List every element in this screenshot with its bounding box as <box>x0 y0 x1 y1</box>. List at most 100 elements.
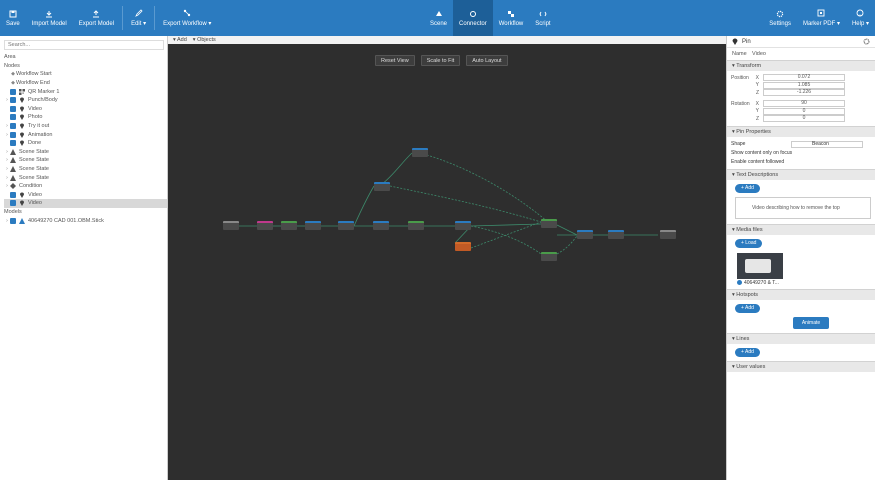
tree-item[interactable]: › Condition <box>4 182 167 191</box>
description-text[interactable]: Video describing how to remove the top <box>735 196 871 219</box>
tree-item[interactable]: › Try it out <box>4 122 167 131</box>
edit-menu-button[interactable]: Edit ▾ <box>125 0 152 36</box>
tree-item[interactable]: Video <box>4 191 167 200</box>
checkbox[interactable] <box>10 217 16 224</box>
pin-icon <box>19 106 25 112</box>
checkbox[interactable] <box>10 88 16 95</box>
workflow-node-start[interactable] <box>223 221 239 230</box>
load-media-button[interactable]: + Load <box>735 238 763 248</box>
workflow-view-icon <box>507 10 515 18</box>
lines-section-header[interactable]: ▾ Lines <box>727 332 875 344</box>
media-item[interactable]: 40649270 & T... <box>737 252 789 286</box>
workflow-node[interactable] <box>577 230 593 239</box>
animate-button[interactable]: Animate <box>793 316 829 329</box>
tree-item[interactable]: ◆ Workflow End <box>4 79 167 88</box>
transform-section-header[interactable]: ▾ Transform <box>727 60 875 71</box>
tab-workflow[interactable]: Workflow <box>493 0 530 36</box>
enable-follow-option[interactable]: Enable content followed <box>731 158 871 167</box>
add-hotspot-button[interactable]: + Add <box>735 303 760 313</box>
workflow-node[interactable] <box>541 252 557 261</box>
workflow-node[interactable] <box>412 148 428 157</box>
checkbox[interactable] <box>10 105 16 112</box>
tree-item[interactable]: ◆ Workflow Start <box>4 70 167 79</box>
tree-item-label: Punch/Body <box>28 97 58 104</box>
checkbox[interactable] <box>10 97 16 104</box>
workflow-node-selected[interactable] <box>455 242 471 251</box>
workflow-node[interactable] <box>373 221 389 230</box>
workflow-node[interactable] <box>455 221 471 230</box>
position-z-field[interactable]: -1.226 <box>763 89 845 97</box>
tree-item[interactable]: QR Marker 1 <box>4 87 167 96</box>
animate-row: Animate <box>727 316 875 333</box>
save-icon <box>9 10 17 18</box>
rotation-x-field[interactable]: 90 <box>763 100 845 108</box>
search-input[interactable] <box>4 40 164 50</box>
pin-icon <box>19 97 25 104</box>
scene-tree: Area Nodes ◆ Workflow Start ◆ Workflow End… <box>0 53 167 225</box>
position-group: Position X 0.072 Y 1.085 Z -1.226 <box>727 71 875 97</box>
workflow-node[interactable] <box>257 221 273 230</box>
tab-script[interactable]: Script <box>529 0 556 36</box>
checkbox[interactable] <box>10 191 16 198</box>
save-label: Save <box>6 20 20 27</box>
tree-item[interactable]: › Punch/Body <box>4 96 167 105</box>
checkbox[interactable] <box>10 123 16 130</box>
shape-select[interactable]: Beacon <box>791 140 863 148</box>
show-focus-option[interactable]: Show content only on focus <box>731 149 871 158</box>
workflow-node[interactable] <box>374 182 390 191</box>
marker-pdf-button[interactable]: Marker PDF ▾ <box>797 0 846 36</box>
workflow-node[interactable] <box>608 230 624 239</box>
name-row: Name Video <box>727 48 875 60</box>
checkbox[interactable] <box>10 140 16 147</box>
import-model-button[interactable]: Import Model <box>26 0 73 36</box>
checkbox[interactable] <box>10 200 16 207</box>
tree-item[interactable]: › Scene State <box>4 148 167 157</box>
qr-code-icon <box>19 88 25 95</box>
tree-item[interactable]: › Scene State <box>4 173 167 182</box>
position-y-field[interactable]: 1.085 <box>763 81 845 89</box>
checkbox[interactable] <box>10 131 16 138</box>
rotation-y-field[interactable]: 0 <box>763 107 845 115</box>
media-files-section-header[interactable]: ▾ Media files <box>727 223 875 235</box>
workflow-node[interactable] <box>541 219 557 228</box>
tree-item[interactable]: › Animation <box>4 130 167 139</box>
workflow-node[interactable] <box>408 221 424 230</box>
add-description-button[interactable]: + Add <box>735 183 760 193</box>
tree-item[interactable]: Photo <box>4 113 167 122</box>
video-icon <box>737 280 742 286</box>
connection-lines <box>239 152 658 255</box>
add-line-button[interactable]: + Add <box>735 347 760 357</box>
tab-scene[interactable]: Scene <box>424 0 453 36</box>
tree-item[interactable]: › Scene State <box>4 156 167 165</box>
settings-button[interactable]: Settings <box>763 0 797 36</box>
hotspots-section-header[interactable]: ▾ Hotspots <box>727 288 875 300</box>
properties-title-label: Pin <box>742 38 751 45</box>
tree-item[interactable]: Video <box>4 105 167 114</box>
export-model-button[interactable]: Export Model <box>73 0 120 36</box>
workflow-node-end[interactable] <box>660 230 676 239</box>
pin-properties-section-header[interactable]: ▾ Pin Properties <box>727 125 875 137</box>
export-workflow-button[interactable]: Export Workflow ▾ <box>157 0 217 36</box>
workflow-node[interactable] <box>281 221 297 230</box>
name-field[interactable]: Video <box>752 51 766 57</box>
rotation-z-field[interactable]: 0 <box>763 115 845 123</box>
tree-item-label: Video <box>28 105 42 112</box>
workflow-node[interactable] <box>305 221 321 230</box>
workflow-node[interactable] <box>338 221 354 230</box>
tree-item-model[interactable]: › 40649270 CAD 001.OBM.Stick <box>4 216 167 225</box>
pin-icon <box>19 132 25 138</box>
position-x-field[interactable]: 0.072 <box>763 74 845 82</box>
gear-icon[interactable] <box>863 38 870 45</box>
save-button[interactable]: Save <box>0 0 26 36</box>
tree-item[interactable]: Done <box>4 139 167 148</box>
help-button[interactable]: Help ▾ <box>846 0 875 36</box>
tree-item-selected[interactable]: Video <box>4 199 167 208</box>
marker-pdf-label: Marker PDF ▾ <box>802 21 840 27</box>
text-descriptions-section-header[interactable]: ▾ Text Descriptions <box>727 168 875 180</box>
tab-connector[interactable]: Connector <box>453 0 493 36</box>
tree-item-label: Done <box>28 140 42 147</box>
checkbox[interactable] <box>10 114 16 121</box>
workflow-canvas[interactable]: ▾ Add ▾ Objects Reset View Scale to Fit … <box>168 36 726 480</box>
user-values-section-header[interactable]: ▾ User values <box>727 360 875 372</box>
tree-item[interactable]: › Scene State <box>4 165 167 174</box>
